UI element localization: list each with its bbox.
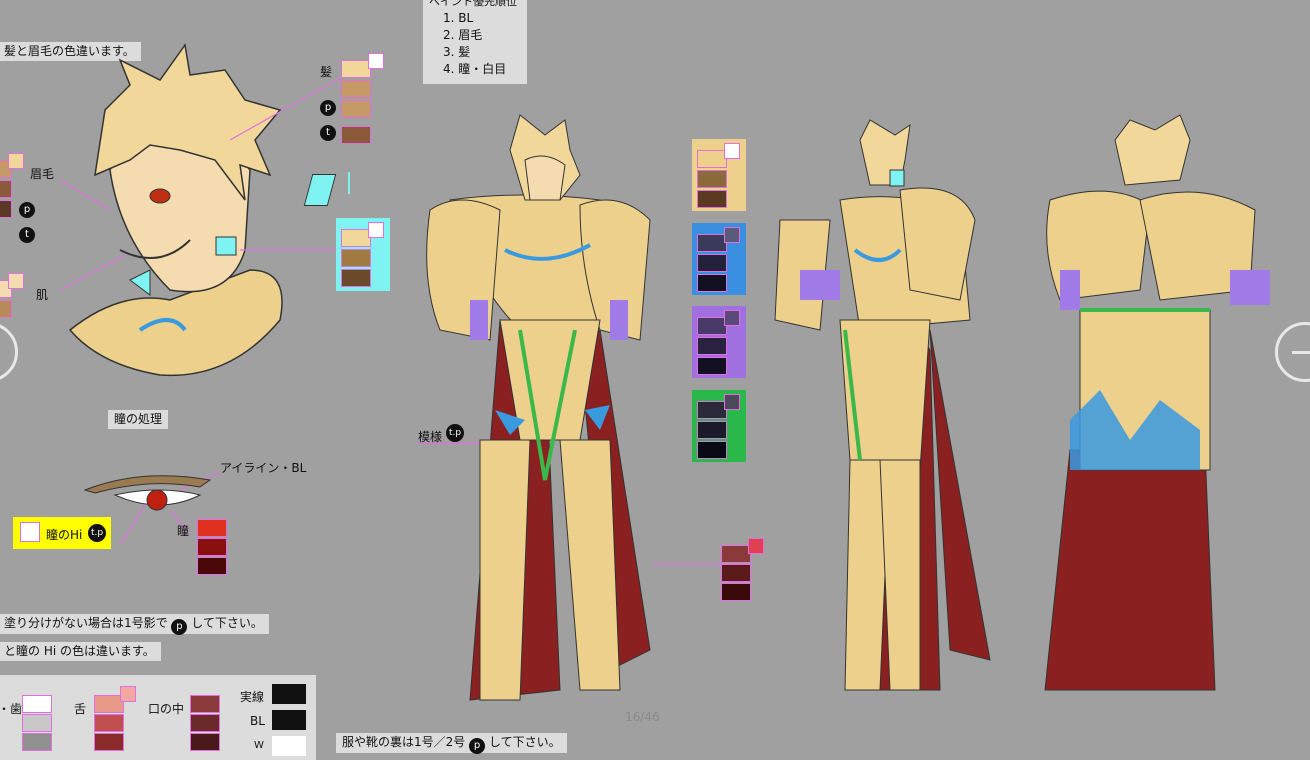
purple-swatch-t[interactable]	[697, 357, 727, 375]
front-view-figure	[426, 114, 651, 701]
skin-hi-swatch[interactable]	[8, 273, 24, 289]
no-split-p-badge: p	[171, 619, 188, 635]
pupil-hi-label: 瞳のHi	[46, 528, 83, 542]
eyebrow-p-badge: p	[19, 202, 35, 218]
teeth-swatch-base[interactable]	[22, 695, 52, 713]
blue-swatch-t[interactable]	[697, 274, 727, 292]
jissen-label: 実線	[240, 690, 265, 704]
purple-swatch-base[interactable]	[697, 317, 727, 335]
pupil-hi-swatch[interactable]	[20, 522, 40, 542]
pattern-tp-badge: t.p	[446, 424, 464, 442]
pupil-swatch-stack	[197, 519, 227, 575]
armor-hi-swatch[interactable]	[724, 143, 740, 159]
back-view-figure	[1044, 114, 1270, 691]
eyebrow-swatch-p[interactable]	[0, 180, 12, 198]
earring-swatch-t[interactable]	[341, 269, 371, 287]
purple-hi-swatch[interactable]	[724, 310, 740, 326]
armor-swatch-stack	[697, 150, 727, 208]
side-view-figure	[774, 119, 991, 691]
eyebrow-label: 眉毛	[30, 167, 55, 181]
pupil-hi-tp-badge: t.p	[88, 524, 106, 542]
bl-swatch[interactable]	[272, 710, 306, 730]
mouth-swatch-stack	[190, 695, 220, 751]
cloak-swatch-stack	[721, 545, 751, 601]
hair-swatch-stack	[341, 60, 371, 144]
mouth-swatch-t[interactable]	[190, 733, 220, 751]
pupil-label: 瞳	[177, 524, 190, 538]
green-swatch-t[interactable]	[697, 441, 727, 459]
eyeline-label: アイライン・BL	[220, 461, 307, 475]
earring-swatch-stack	[341, 229, 371, 287]
w-swatch[interactable]	[272, 736, 306, 756]
green-swatch-p[interactable]	[697, 421, 727, 439]
eye-section-title: 瞳の処理	[108, 410, 169, 429]
clothes-back-suffix: して下さい。	[488, 735, 561, 749]
purple-swatch-stack	[697, 317, 727, 375]
hair-p-badge: p	[320, 100, 336, 116]
green-swatch-stack	[697, 401, 727, 459]
no-split-text: 塗り分けがない場合は1号影で	[4, 616, 168, 630]
page-counter: 16/46	[625, 710, 660, 724]
skin-label: 肌	[36, 288, 49, 302]
hair-t-badge: t	[320, 125, 336, 141]
tongue-swatch-p[interactable]	[94, 714, 124, 732]
cloak-swatch-p[interactable]	[721, 564, 751, 582]
teeth-swatch-p[interactable]	[22, 714, 52, 732]
eye-hi-note: と瞳の Hi の色は違います。	[0, 642, 161, 661]
hair-swatch-p[interactable]	[341, 80, 371, 98]
hair-swatch-t[interactable]	[341, 126, 371, 144]
w-label: W	[254, 740, 264, 751]
tongue-hi-swatch[interactable]	[120, 686, 136, 702]
earring-swatch-base[interactable]	[341, 229, 371, 247]
mouth-inside-label: 口の中	[148, 702, 185, 716]
cloak-hi-swatch[interactable]	[748, 538, 764, 554]
green-hi-swatch[interactable]	[724, 394, 740, 410]
earring-hi-swatch[interactable]	[368, 222, 384, 238]
bl-label: BL	[250, 714, 265, 728]
pattern-label: 模様	[418, 430, 443, 444]
mouth-swatch-p[interactable]	[190, 714, 220, 732]
face-closeup	[68, 43, 283, 377]
no-split-suffix: して下さい。	[191, 616, 263, 630]
clothes-back-note: 服や靴の裏は1号／2号 p して下さい。	[336, 733, 567, 754]
blue-swatch-p[interactable]	[697, 254, 727, 272]
armor-swatch-t[interactable]	[697, 190, 727, 208]
blue-swatch-stack	[697, 234, 727, 292]
earring-side-icon	[348, 172, 356, 194]
no-split-note: 塗り分けがない場合は1号影で p して下さい。	[0, 614, 269, 635]
hair-swatch-mid[interactable]	[341, 100, 371, 118]
teeth-label: ・歯	[0, 702, 23, 716]
eyebrow-hi-swatch[interactable]	[8, 153, 24, 169]
hair-label: 髪	[320, 65, 333, 79]
next-arrow-icon	[1292, 351, 1310, 354]
blue-hi-swatch[interactable]	[724, 227, 740, 243]
green-swatch-base[interactable]	[697, 401, 727, 419]
armor-swatch-p[interactable]	[697, 170, 727, 188]
purple-swatch-p[interactable]	[697, 337, 727, 355]
eye-closeup	[83, 475, 212, 511]
cloak-swatch-base[interactable]	[721, 545, 751, 563]
jissen-swatch[interactable]	[272, 684, 306, 704]
pupil-swatch-t[interactable]	[197, 557, 227, 575]
blue-swatch-base[interactable]	[697, 234, 727, 252]
skin-swatch-p[interactable]	[0, 300, 12, 318]
teeth-swatch-t[interactable]	[22, 733, 52, 751]
hair-swatch-base[interactable]	[341, 60, 371, 78]
eyebrow-swatch-t[interactable]	[0, 200, 12, 218]
tongue-label: 舌	[74, 702, 87, 716]
tongue-swatch-stack	[94, 695, 124, 751]
tongue-swatch-t[interactable]	[94, 733, 124, 751]
hair-hi-swatch[interactable]	[368, 53, 384, 69]
clothes-back-text: 服や靴の裏は1号／2号	[342, 735, 466, 749]
mouth-swatch-base[interactable]	[190, 695, 220, 713]
cloak-swatch-t[interactable]	[721, 583, 751, 601]
armor-swatch-base[interactable]	[697, 150, 727, 168]
eyebrow-t-badge: t	[19, 227, 35, 243]
earring-swatch-p[interactable]	[341, 249, 371, 267]
clothes-back-p-badge: p	[469, 738, 486, 754]
teeth-swatch-stack	[22, 695, 52, 751]
pupil-swatch-p[interactable]	[197, 538, 227, 556]
pupil-swatch-base[interactable]	[197, 519, 227, 537]
character-artwork	[59, 43, 1270, 701]
